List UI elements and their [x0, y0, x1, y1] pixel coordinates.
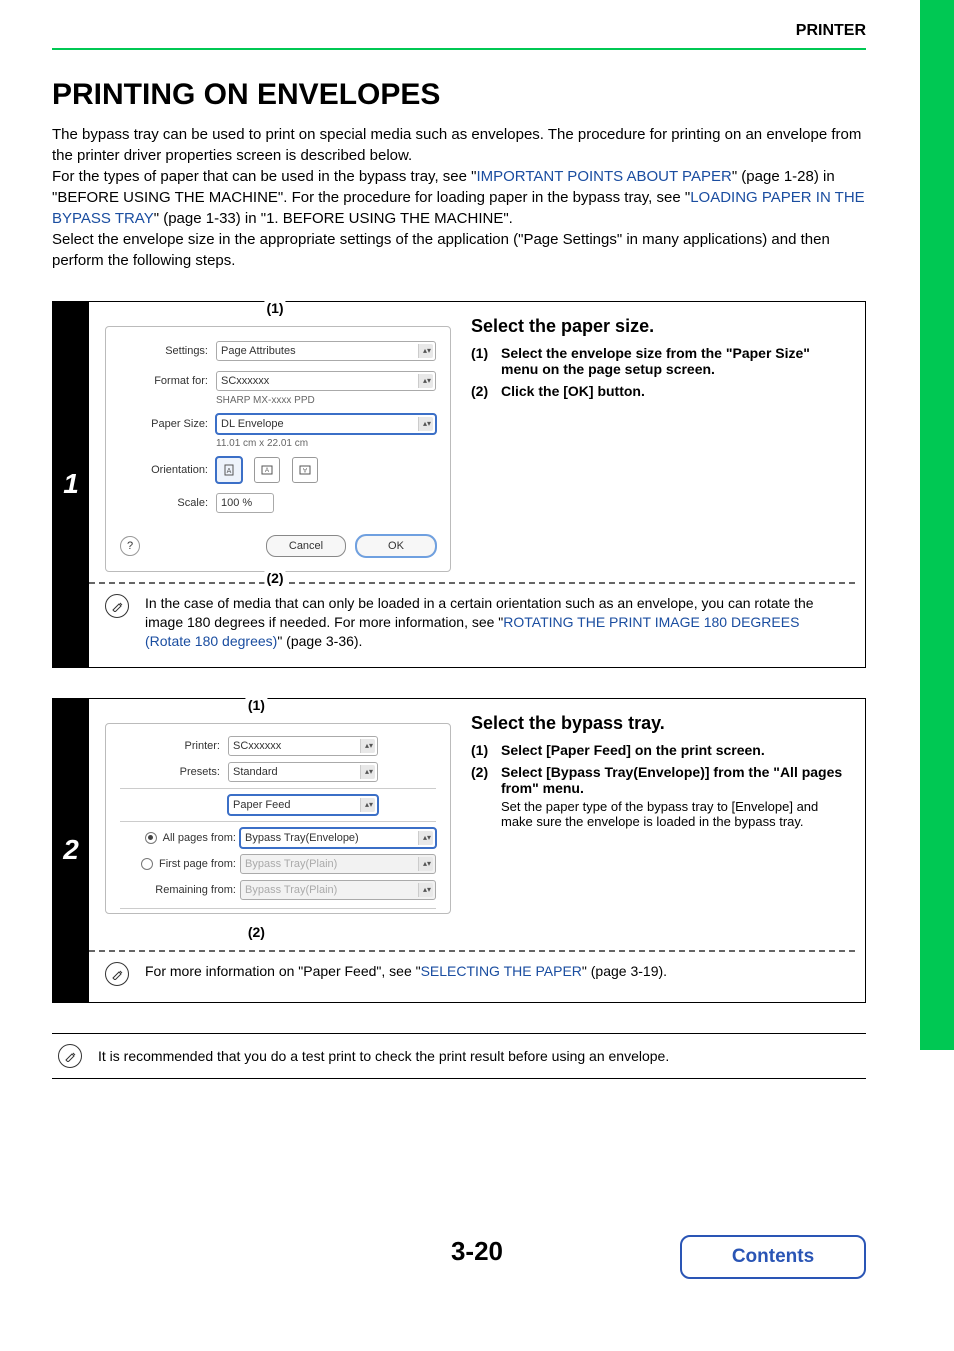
intro-p2a: For the types of paper that can be used … [52, 168, 476, 185]
link-important-points[interactable]: IMPORTANT POINTS ABOUT PAPER [476, 168, 731, 185]
presets-label: Presets: [120, 766, 228, 778]
step2-heading: Select the bypass tray. [471, 713, 849, 734]
side-tab [920, 0, 954, 1050]
final-note: It is recommended that you do a test pri… [52, 1033, 866, 1079]
intro-p3: Select the envelope size in the appropri… [52, 229, 866, 271]
step2-item1-text: Select [Paper Feed] on the print screen. [501, 742, 849, 758]
printer-label: Printer: [120, 740, 228, 752]
note-icon [105, 962, 129, 986]
help-button[interactable]: ? [120, 536, 140, 556]
format-for-sub: SHARP MX-xxxx PPD [216, 395, 436, 406]
step1-callout-1: (1) [264, 300, 285, 316]
step1-item1-num: (1) [471, 345, 501, 377]
ok-button[interactable]: OK [356, 535, 436, 557]
remaining-label: Remaining from: [120, 884, 240, 896]
presets-select[interactable]: Standard▴▾ [228, 762, 378, 782]
format-for-select[interactable]: SCxxxxxx▴▾ [216, 371, 436, 391]
all-pages-label: All pages from: [163, 832, 236, 844]
step2-callout-2: (2) [246, 924, 267, 940]
step2-callout-1: (1) [246, 697, 267, 713]
all-pages-radio[interactable] [145, 832, 157, 844]
orientation-label: Orientation: [120, 464, 216, 476]
step-1: 1 (1) Settings: Page Attributes▴▾ Format… [52, 301, 866, 668]
contents-button[interactable]: Contents [680, 1235, 866, 1279]
remaining-select: Bypass Tray(Plain)▴▾ [240, 880, 436, 900]
header-rule [52, 48, 866, 50]
step1-heading: Select the paper size. [471, 316, 849, 337]
settings-select[interactable]: Page Attributes▴▾ [216, 341, 436, 361]
orientation-portrait[interactable]: A [216, 457, 242, 483]
step2-item1-num: (1) [471, 742, 501, 758]
step2-item2-num: (2) [471, 764, 501, 829]
step1-item2-text: Click the [OK] button. [501, 383, 849, 399]
paper-size-select[interactable]: DL Envelope▴▾ [216, 414, 436, 434]
note-icon [105, 594, 129, 618]
paper-size-label: Paper Size: [120, 418, 216, 430]
step-2: 2 (1) Printer: SCxxxxxx▴▾ Presets: Stan [52, 698, 866, 1003]
printer-select[interactable]: SCxxxxxx▴▾ [228, 736, 378, 756]
page-title: PRINTING ON ENVELOPES [52, 78, 866, 112]
pencil-icon [111, 968, 123, 980]
paper-size-sub: 11.01 cm x 22.01 cm [216, 438, 436, 449]
svg-text:A: A [227, 468, 232, 475]
step2-item2-text: Select [Bypass Tray(Envelope)] from the … [501, 764, 849, 829]
first-page-radio[interactable] [141, 858, 153, 870]
format-for-label: Format for: [120, 375, 216, 387]
step1-callout-2: (2) [264, 570, 285, 586]
panel-select[interactable]: Paper Feed▴▾ [228, 795, 378, 815]
step-1-number: 1 [53, 302, 89, 667]
final-note-text: It is recommended that you do a test pri… [98, 1048, 669, 1064]
orientation-landscape-right[interactable]: A [292, 457, 318, 483]
intro-p2: For the types of paper that can be used … [52, 166, 866, 229]
step-2-number: 2 [53, 699, 89, 1002]
landscape-right-icon: A [299, 465, 311, 475]
cancel-button[interactable]: Cancel [266, 535, 346, 557]
pencil-icon [64, 1050, 76, 1062]
step1-note-text: In the case of media that can only be lo… [145, 594, 849, 651]
scale-input[interactable]: 100 % [216, 493, 274, 513]
first-page-label: First page from: [159, 858, 236, 870]
first-page-select: Bypass Tray(Plain)▴▾ [240, 854, 436, 874]
svg-text:A: A [303, 466, 307, 472]
svg-text:A: A [265, 468, 269, 474]
note-icon [58, 1044, 82, 1068]
step1-item2-num: (2) [471, 383, 501, 399]
settings-label: Settings: [120, 345, 216, 357]
all-pages-select[interactable]: Bypass Tray(Envelope)▴▾ [240, 828, 436, 848]
portrait-icon: A [224, 464, 234, 476]
orientation-landscape-left[interactable]: A [254, 457, 280, 483]
step2-item2-sub: Set the paper type of the bypass tray to… [501, 799, 849, 829]
print-dialog: Printer: SCxxxxxx▴▾ Presets: Standard▴▾ … [105, 723, 451, 914]
header-section-label: PRINTER [796, 22, 866, 40]
step2-note-text: For more information on "Paper Feed", se… [145, 962, 667, 981]
landscape-left-icon: A [261, 465, 273, 475]
step1-item1-text: Select the envelope size from the "Paper… [501, 345, 849, 377]
pencil-icon [111, 600, 123, 612]
scale-label: Scale: [120, 497, 216, 509]
intro-p2c: " (page 1-33) in "1. BEFORE USING THE MA… [154, 210, 513, 227]
intro-p1: The bypass tray can be used to print on … [52, 124, 866, 166]
page-setup-dialog: Settings: Page Attributes▴▾ Format for: … [105, 326, 451, 572]
link-selecting-paper[interactable]: SELECTING THE PAPER [421, 963, 582, 979]
